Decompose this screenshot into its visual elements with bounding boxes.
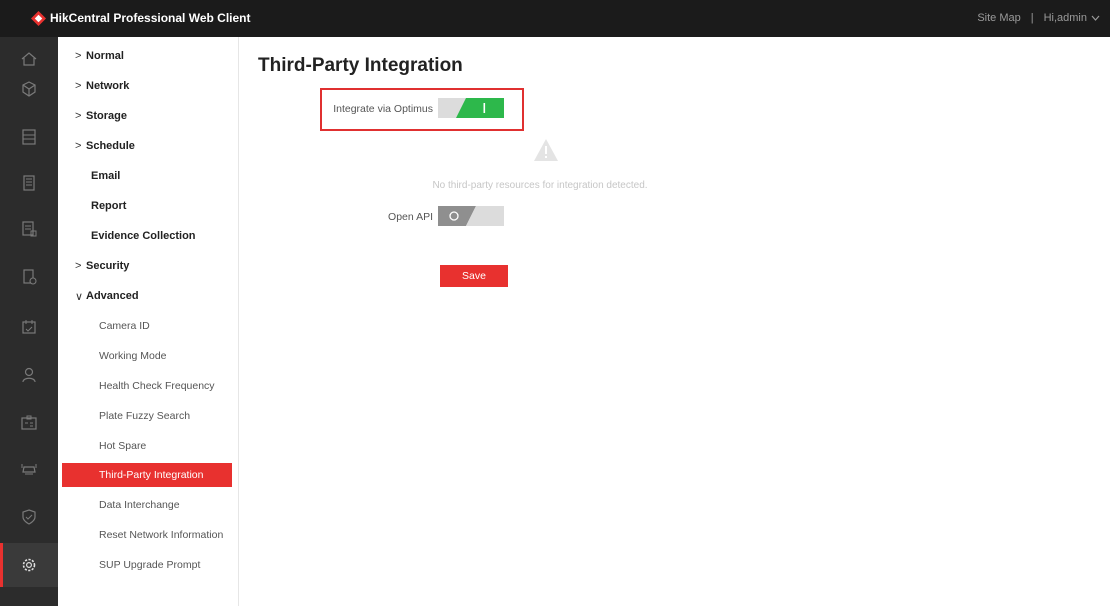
rail-resources[interactable] — [0, 67, 58, 111]
nav-sub-hot-spare[interactable]: Hot Spare — [62, 434, 232, 458]
cube-icon — [22, 81, 36, 97]
page-title: Third-Party Integration — [258, 55, 463, 76]
rail-security[interactable] — [0, 495, 58, 539]
rail-system-settings[interactable] — [0, 543, 58, 587]
gear-icon — [22, 558, 36, 572]
rail-servers[interactable] — [0, 115, 58, 159]
rail-building[interactable] — [0, 161, 58, 205]
top-bar: HikCentral Professional Web Client Site … — [0, 0, 1110, 37]
nav-sub-reset-network-information[interactable]: Reset Network Information — [62, 523, 232, 547]
optimus-toggle[interactable] — [438, 98, 504, 118]
nav-group-label: Schedule — [86, 140, 135, 152]
building-icon — [23, 175, 35, 191]
warning-icon — [534, 139, 558, 161]
rail-device-clock[interactable] — [0, 255, 58, 299]
nav-item-report[interactable]: Report — [62, 194, 232, 218]
optimus-label: Integrate via Optimus — [333, 103, 433, 115]
separator: | — [1030, 12, 1034, 24]
nav-group-label: Security — [86, 260, 130, 272]
nav-item-email[interactable]: Email — [62, 164, 232, 188]
nav-item-label: Email — [91, 170, 121, 182]
device-clock-icon — [23, 269, 37, 285]
site-map-link[interactable]: Site Map — [977, 12, 1020, 24]
nav-sub-camera-id[interactable]: Camera ID — [62, 314, 232, 338]
nav-group-security[interactable]: > Security — [62, 254, 232, 278]
vehicle-icon — [21, 464, 37, 475]
nav-group-label: Normal — [86, 50, 124, 62]
nav-group-network[interactable]: > Network — [62, 74, 232, 98]
chevron-right-icon: > — [75, 260, 82, 272]
nav-sub-third-party-integration[interactable]: Third-Party Integration — [62, 463, 232, 487]
no-resources-notice: No third-party resources for integration… — [432, 180, 648, 191]
nav-item-evidence-collection[interactable]: Evidence Collection — [62, 224, 232, 248]
chevron-right-icon: > — [75, 80, 82, 92]
rail-documents[interactable] — [0, 207, 58, 251]
nav-item-label: Evidence Collection — [91, 230, 196, 242]
id-card-icon — [21, 415, 37, 430]
nav-sub-data-interchange[interactable]: Data Interchange — [62, 493, 232, 517]
rail-calendar[interactable] — [0, 305, 58, 349]
open-api-label: Open API — [388, 211, 433, 223]
module-rail — [0, 37, 58, 606]
nav-item-label: Report — [91, 200, 127, 212]
nav-sub-health-check-frequency[interactable]: Health Check Frequency — [62, 374, 232, 398]
chevron-right-icon: > — [75, 140, 82, 152]
nav-group-label: Advanced — [86, 290, 139, 302]
settings-nav: > Normal > Network > Storage > Schedule Emai… — [58, 37, 239, 606]
top-right-menu: Site Map | Hi,admin — [977, 12, 1100, 24]
nav-group-label: Storage — [86, 110, 127, 122]
nav-group-schedule[interactable]: > Schedule — [62, 134, 232, 158]
chevron-down-icon: ∨ — [75, 290, 84, 303]
open-api-toggle[interactable] — [438, 206, 504, 226]
rail-vehicle[interactable] — [0, 447, 58, 491]
hikcentral-logo-icon — [31, 11, 46, 26]
nav-sub-plate-fuzzy-search[interactable]: Plate Fuzzy Search — [62, 404, 232, 428]
nav-sub-working-mode[interactable]: Working Mode — [62, 344, 232, 368]
save-button[interactable]: Save — [440, 265, 508, 287]
nav-group-advanced[interactable]: ∨ Advanced — [62, 284, 232, 308]
person-icon — [22, 367, 36, 383]
chevron-down-icon[interactable] — [1091, 15, 1100, 21]
nav-group-normal[interactable]: > Normal — [62, 44, 232, 68]
nav-group-label: Network — [86, 80, 130, 92]
calendar-icon — [22, 320, 36, 334]
rail-person[interactable] — [0, 353, 58, 397]
nav-group-storage[interactable]: > Storage — [62, 104, 232, 128]
home-icon — [21, 52, 37, 66]
user-menu[interactable]: Hi,admin — [1044, 12, 1087, 24]
document-list-icon — [22, 221, 37, 237]
rail-id-card[interactable] — [0, 401, 58, 445]
chevron-right-icon: > — [75, 110, 82, 122]
app-title: HikCentral Professional Web Client — [50, 11, 251, 25]
server-icon — [22, 129, 36, 145]
chevron-right-icon: > — [75, 50, 82, 62]
shield-icon — [22, 509, 36, 525]
nav-sub-sup-upgrade-prompt[interactable]: SUP Upgrade Prompt — [62, 553, 232, 577]
